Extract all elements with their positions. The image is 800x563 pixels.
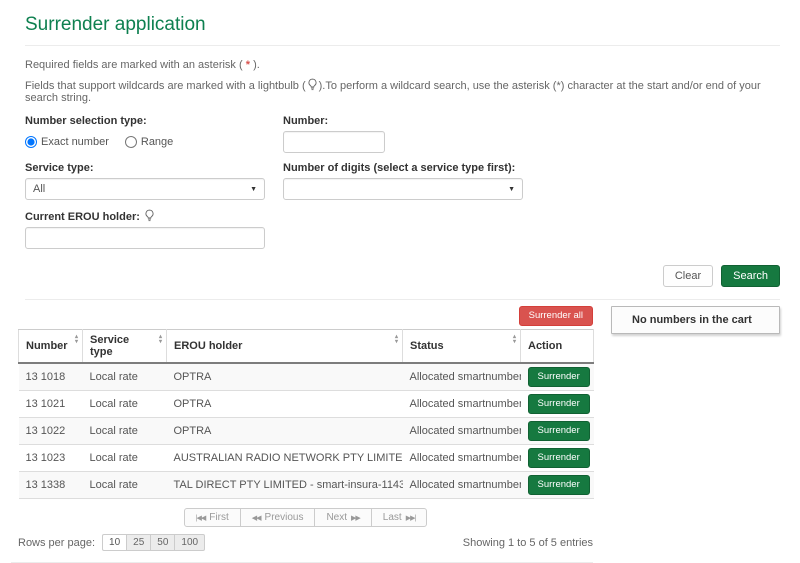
surrender-button[interactable]: Surrender [528,448,590,468]
service-type-value: All [33,183,45,195]
last-page-button[interactable]: Last▶▶| [371,508,428,527]
required-note: Required fields are marked with an aster… [25,59,780,71]
surrender-button[interactable]: Surrender [528,367,590,387]
table-header-row: Number▴▾ Service type▴▾ EROU holder▴▾ St… [19,330,594,364]
clear-button[interactable]: Clear [663,265,713,287]
cell-status: Allocated smartnumber [403,418,521,445]
digits-label: Number of digits (select a service type … [283,162,543,174]
lightbulb-icon [145,209,154,222]
sort-icon: ▴▾ [75,335,78,345]
search-button[interactable]: Search [721,265,780,287]
sort-icon: ▴▾ [159,335,162,345]
pagination: |◀◀First ◀◀Previous Next▶▶ Last▶▶| [18,508,593,527]
erou-holder-label: Current EROU holder: [25,209,283,223]
cell-number: 13 1338 [19,472,83,499]
cell-erou-holder: TAL DIRECT PTY LIMITED - smart-insura-11… [167,472,403,499]
table-row: 13 1021 Local rate OPTRA Allocated smart… [19,391,594,418]
results-summary: Showing 1 to 5 of 5 entries [463,537,593,549]
service-type-field: Service type: All ▼ [25,162,283,200]
cell-status: Allocated smartnumber [403,445,521,472]
service-type-label: Service type: [25,162,283,174]
number-label: Number: [283,115,543,127]
caret-down-icon: ▼ [250,186,257,193]
cell-number: 13 1018 [19,363,83,391]
table-row: 13 1023 Local rate AUSTRALIAN RADIO NETW… [19,445,594,472]
exact-number-radio[interactable] [25,136,37,148]
cell-action: Surrender [521,391,594,418]
rows-per-page: Rows per page: 10 25 50 100 [18,534,205,551]
number-selection-label: Number selection type: [25,115,283,127]
column-header-action: Action [521,330,594,364]
radio-option-exact-number[interactable]: Exact number [25,136,109,148]
number-field: Number: [283,115,543,153]
sort-icon: ▴▾ [395,335,398,345]
digits-field: Number of digits (select a service type … [283,162,543,200]
previous-page-icon: ◀◀ [252,514,261,522]
number-selection-field: Number selection type: Exact number Rang… [25,115,283,153]
page-title: Surrender application [25,14,780,36]
cart-panel: No numbers in the cart [611,306,780,334]
sort-icon: ▴▾ [513,335,516,345]
page-size-10-button[interactable]: 10 [102,534,127,551]
title-divider [25,45,780,46]
required-asterisk: * [243,59,253,71]
table-row: 13 1018 Local rate OPTRA Allocated smart… [19,363,594,391]
cart-message: No numbers in the cart [632,314,752,326]
next-page-button[interactable]: Next▶▶ [314,508,371,527]
surrender-button[interactable]: Surrender [528,394,590,414]
range-radio[interactable] [125,136,137,148]
search-form: Number selection type: Exact number Rang… [25,115,780,258]
table-row: 13 1022 Local rate OPTRA Allocated smart… [19,418,594,445]
page-size-100-button[interactable]: 100 [174,534,205,551]
cell-service-type: Local rate [83,363,167,391]
section-divider [25,299,780,300]
cell-service-type: Local rate [83,418,167,445]
cell-erou-holder: AUSTRALIAN RADIO NETWORK PTY LIMITED [167,445,403,472]
cell-action: Surrender [521,472,594,499]
column-header-service-type[interactable]: Service type▴▾ [83,330,167,364]
digits-select[interactable]: ▼ [283,178,523,200]
next-page-icon: ▶▶ [351,514,360,522]
column-header-erou-holder[interactable]: EROU holder▴▾ [167,330,403,364]
number-input[interactable] [283,131,385,153]
page-size-50-button[interactable]: 50 [150,534,175,551]
surrender-button[interactable]: Surrender [528,421,590,441]
erou-holder-field: Current EROU holder: [25,209,283,249]
wildcard-note: Fields that support wildcards are marked… [25,78,780,104]
cell-action: Surrender [521,445,594,472]
rows-per-page-label: Rows per page: [18,537,95,549]
erou-holder-input[interactable] [25,227,265,249]
page-size-25-button[interactable]: 25 [126,534,151,551]
cell-erou-holder: OPTRA [167,363,403,391]
last-page-icon: ▶▶| [406,514,416,522]
cell-number: 13 1022 [19,418,83,445]
cell-service-type: Local rate [83,445,167,472]
radio-option-range[interactable]: Range [125,136,173,148]
cell-erou-holder: OPTRA [167,391,403,418]
first-page-button[interactable]: |◀◀First [184,508,241,527]
cell-status: Allocated smartnumber [403,391,521,418]
cell-erou-holder: OPTRA [167,418,403,445]
cell-action: Surrender [521,363,594,391]
column-header-number[interactable]: Number▴▾ [19,330,83,364]
cell-action: Surrender [521,418,594,445]
previous-page-button[interactable]: ◀◀Previous [240,508,316,527]
service-type-select[interactable]: All ▼ [25,178,265,200]
cell-service-type: Local rate [83,391,167,418]
cell-status: Allocated smartnumber [403,363,521,391]
cell-number: 13 1023 [19,445,83,472]
cell-service-type: Local rate [83,472,167,499]
surrender-button[interactable]: Surrender [528,475,590,495]
cell-number: 13 1021 [19,391,83,418]
results-table: Number▴▾ Service type▴▾ EROU holder▴▾ St… [18,329,594,499]
column-header-status[interactable]: Status▴▾ [403,330,521,364]
lightbulb-icon [308,78,317,91]
cell-status: Allocated smartnumber [403,472,521,499]
caret-down-icon: ▼ [508,186,515,193]
first-page-icon: |◀◀ [196,514,206,522]
surrender-all-button[interactable]: Surrender all [519,306,593,326]
table-row: 13 1338 Local rate TAL DIRECT PTY LIMITE… [19,472,594,499]
